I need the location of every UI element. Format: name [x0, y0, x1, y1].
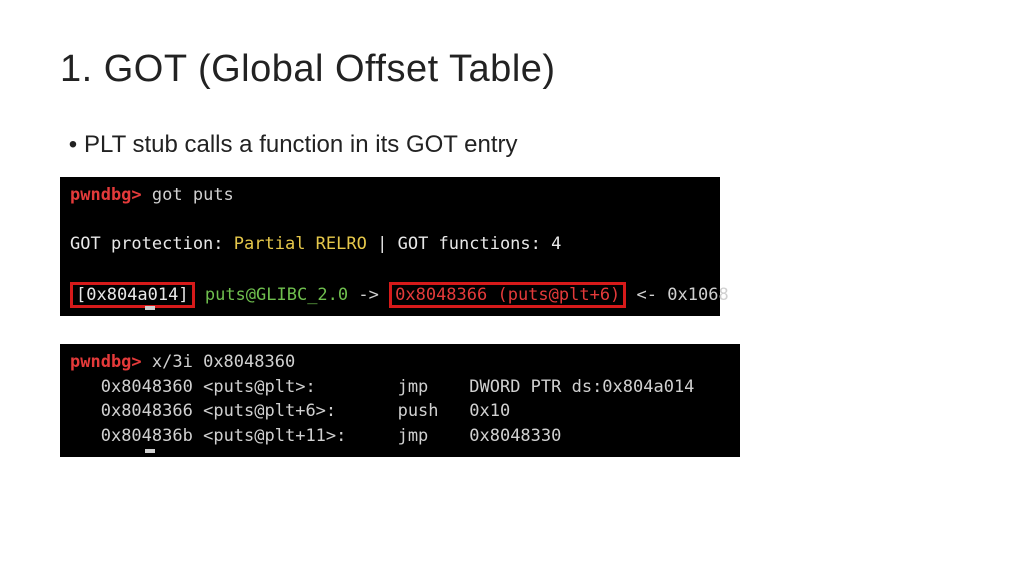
cursor [145, 449, 155, 453]
got-address: [0x804a014] [76, 285, 189, 305]
slide-title: 1. GOT (Global Offset Table) [60, 48, 964, 91]
offset-value: 0x1068 [667, 285, 728, 305]
label-text: GOT protection: [70, 234, 224, 254]
bullet-item: •PLT stub calls a function in its GOT en… [66, 131, 964, 159]
disasm-op: jmp [398, 426, 429, 446]
bullet-dot: • [66, 131, 80, 159]
highlight-box-target: 0x8048366 (puts@plt+6) [389, 282, 626, 308]
slide: 1. GOT (Global Offset Table) •PLT stub c… [0, 0, 1024, 515]
disasm-addr: 0x804836b [101, 426, 193, 446]
disasm-arg: 0x8048330 [469, 426, 561, 446]
prompt: pwndbg> [70, 352, 142, 372]
arrow: -> [358, 285, 378, 305]
cursor [145, 306, 155, 310]
disasm-addr: 0x8048360 [101, 377, 193, 397]
value-text: 4 [551, 234, 561, 254]
terminal-got: pwndbg> got puts GOT protection: Partial… [60, 177, 720, 316]
disasm-sym: <puts@plt+11>: [203, 426, 346, 446]
disasm-addr: 0x8048366 [101, 401, 193, 421]
separator: | [377, 234, 387, 254]
disasm-arg: DWORD PTR ds:0x804a014 [469, 377, 694, 397]
target-address: 0x8048366 (puts@plt+6) [395, 285, 620, 305]
symbol-name: puts@GLIBC_2.0 [205, 285, 348, 305]
terminal-disasm: pwndbg> x/3i 0x8048360 0x8048360 <puts@p… [60, 344, 740, 457]
disasm-arg: 0x10 [469, 401, 510, 421]
prompt: pwndbg> [70, 185, 142, 205]
arrow: <- [637, 285, 657, 305]
disasm-sym: <puts@plt+6>: [203, 401, 336, 421]
bullet-text: PLT stub calls a function in its GOT ent… [84, 131, 518, 158]
highlight-box-addr: [0x804a014] [70, 282, 195, 308]
disasm-op: jmp [398, 377, 429, 397]
command-text: got puts [152, 185, 234, 205]
label-text: GOT functions: [398, 234, 541, 254]
disasm-sym: <puts@plt>: [203, 377, 316, 397]
command-text: x/3i 0x8048360 [152, 352, 295, 372]
disasm-op: push [398, 401, 439, 421]
value-text: Partial RELRO [234, 234, 367, 254]
